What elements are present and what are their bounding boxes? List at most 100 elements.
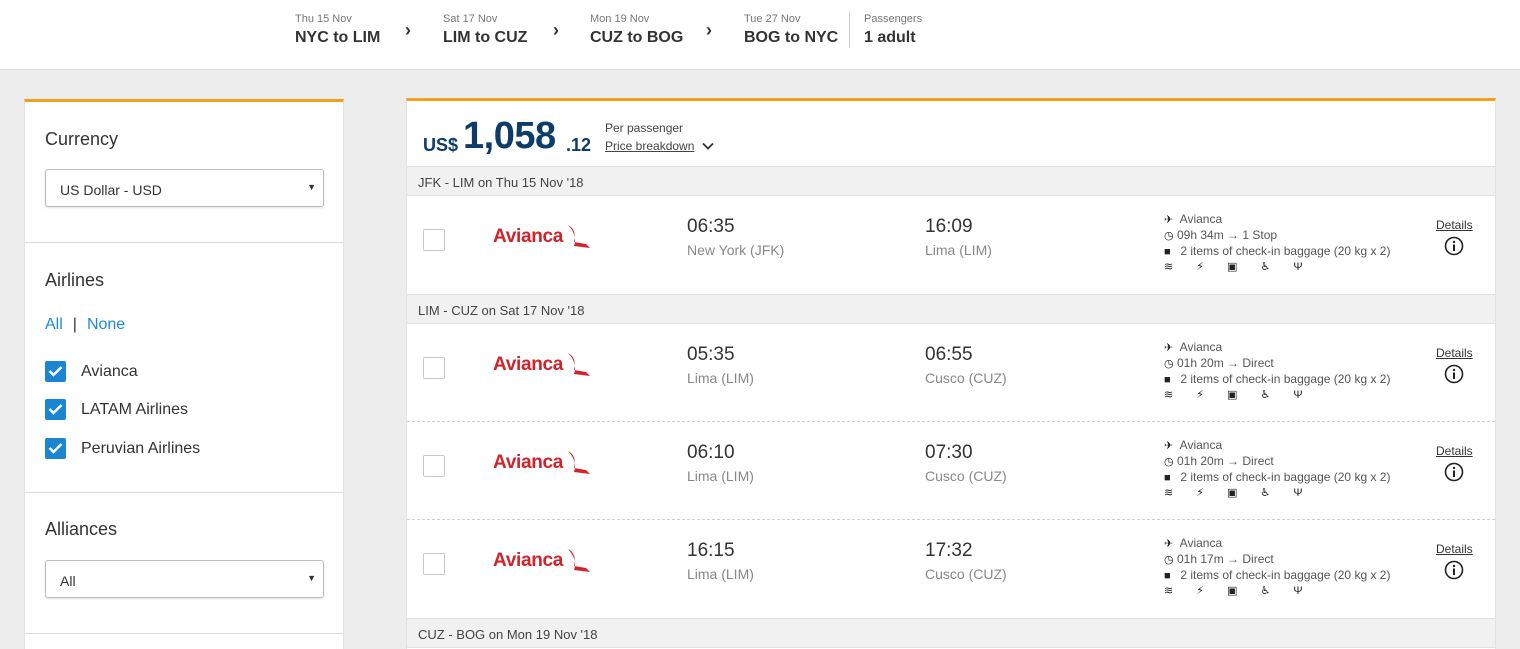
per-passenger-label: Per passenger xyxy=(605,121,684,135)
duration-info: ◷ 09h 34m → 1 Stop xyxy=(1164,228,1277,242)
avianca-logo: Avianca xyxy=(493,350,593,380)
currency-filter: Currency US Dollar - USD ▼ xyxy=(25,102,343,243)
segment-header-label: JFK - LIM on Thu 15 Nov '18 xyxy=(418,175,584,190)
leg-route: BOG to NYC xyxy=(744,29,839,46)
trip-leg-1[interactable]: Thu 15 Nov NYC to LIM xyxy=(295,13,380,47)
segment-header: CUZ - BOG on Mon 19 Nov '18 xyxy=(407,618,1495,648)
flight-select-checkbox[interactable] xyxy=(423,357,445,379)
clock-icon: ◷ xyxy=(1164,230,1174,242)
duration-info: ◷ 01h 20m → Direct xyxy=(1164,454,1274,468)
amenities-icons: ≋ ⚡ ▣ ♿ Ψ xyxy=(1164,389,1313,401)
price-cents: .12 xyxy=(566,135,592,155)
select-none-airlines-link[interactable]: None xyxy=(87,316,125,333)
flight-select-checkbox[interactable] xyxy=(423,229,445,251)
alliances-select[interactable]: All ▼ xyxy=(45,560,324,598)
info-icon[interactable] xyxy=(1444,560,1464,580)
airline-logo-text: Avianca xyxy=(493,354,564,375)
divider xyxy=(849,12,850,48)
alliances-selected-value: All xyxy=(60,573,76,589)
duration-stops: 01h 20m → Direct xyxy=(1177,454,1274,468)
select-all-airlines-link[interactable]: All xyxy=(45,316,63,333)
airline-label: LATAM Airlines xyxy=(81,401,188,418)
flight-details-link[interactable]: Details xyxy=(1436,218,1473,232)
plane-icon: ✈ xyxy=(1164,440,1174,452)
departure-airport: New York (JFK) xyxy=(687,242,785,258)
flight-results-panel: US$ 1,058 .12 Per passenger Price breakd… xyxy=(406,98,1496,649)
duration-stops: 01h 17m → Direct xyxy=(1177,552,1274,566)
bag-icon: ■ xyxy=(1164,374,1171,386)
segment-header-label: LIM - CUZ on Sat 17 Nov '18 xyxy=(418,303,585,318)
airline-logo-text: Avianca xyxy=(493,452,564,473)
baggage-allowance: 2 items of check-in baggage (20 kg x 2) xyxy=(1180,244,1391,258)
airlines-all-none: All | None xyxy=(45,316,125,334)
passengers-summary[interactable]: Passengers 1 adult xyxy=(864,13,922,47)
currency-select[interactable]: US Dollar - USD ▼ xyxy=(45,169,324,207)
baggage-info: ■ 2 items of check-in baggage (20 kg x 2… xyxy=(1164,372,1390,386)
flight-option-row[interactable]: Avianca 16:15 Lima (LIM) 17:32 Cusco (CU… xyxy=(407,520,1495,618)
plane-icon: ✈ xyxy=(1164,342,1174,354)
airline-label: Avianca xyxy=(81,363,138,380)
flight-details-link[interactable]: Details xyxy=(1436,444,1473,458)
trip-leg-2[interactable]: Sat 17 Nov LIM to CUZ xyxy=(443,13,527,47)
leg-route: NYC to LIM xyxy=(295,29,381,46)
airline-label: Peruvian Airlines xyxy=(81,440,201,457)
avianca-logo: Avianca xyxy=(493,448,593,478)
flight-select-checkbox[interactable] xyxy=(423,553,445,575)
operator-info: ✈ Avianca xyxy=(1164,438,1222,452)
passengers-label: Passengers xyxy=(864,13,923,25)
currency-title: Currency xyxy=(45,129,119,149)
price-currency: US$ xyxy=(423,135,459,155)
avianca-logo: Avianca xyxy=(493,222,593,252)
leg-date: Tue 27 Nov xyxy=(744,13,801,25)
amenities-icons: ≋ ⚡ ▣ ♿ Ψ xyxy=(1164,487,1313,499)
price-breakdown-label: Price breakdown xyxy=(605,139,695,153)
flight-details-link[interactable]: Details xyxy=(1436,346,1473,360)
info-icon[interactable] xyxy=(1444,236,1464,256)
operator-name: Avianca xyxy=(1179,340,1223,354)
separator: | xyxy=(72,316,77,333)
chevron-right-icon: › xyxy=(405,20,411,40)
arrival-time: 06:55 xyxy=(925,344,973,365)
airline-logo-text: Avianca xyxy=(493,226,564,247)
trip-leg-3[interactable]: Mon 19 Nov CUZ to BOG xyxy=(590,13,683,47)
trip-leg-4[interactable]: Tue 27 Nov BOG to NYC xyxy=(744,13,838,47)
leg-route: CUZ to BOG xyxy=(590,29,684,46)
info-icon[interactable] xyxy=(1444,462,1464,482)
passengers-value: 1 adult xyxy=(864,29,916,46)
flight-option-row[interactable]: Avianca 05:35 Lima (LIM) 06:55 Cusco (CU… xyxy=(407,324,1495,422)
baggage-allowance: 2 items of check-in baggage (20 kg x 2) xyxy=(1180,372,1391,386)
caret-down-icon: ▼ xyxy=(307,573,316,583)
trip-summary-bar: Thu 15 Nov NYC to LIM › Sat 17 Nov LIM t… xyxy=(0,0,1520,70)
departure-time: 06:10 xyxy=(687,442,735,463)
arrival-airport: Lima (LIM) xyxy=(925,242,992,258)
duration-info: ◷ 01h 17m → Direct xyxy=(1164,552,1274,566)
flight-option-row[interactable]: Avianca 06:35 New York (JFK) 16:09 Lima … xyxy=(407,196,1495,294)
baggage-allowance: 2 items of check-in baggage (20 kg x 2) xyxy=(1180,470,1391,484)
operator-info: ✈ Avianca xyxy=(1164,340,1222,354)
chevron-down-icon xyxy=(702,139,715,153)
flight-select-checkbox[interactable] xyxy=(423,455,445,477)
operator-name: Avianca xyxy=(1179,438,1223,452)
arrival-time: 07:30 xyxy=(925,442,973,463)
filters-sidebar: Currency US Dollar - USD ▼ Airlines All |… xyxy=(24,99,344,649)
info-icon[interactable] xyxy=(1444,364,1464,384)
baggage-info: ■ 2 items of check-in baggage (20 kg x 2… xyxy=(1164,244,1390,258)
duration-info: ◷ 01h 20m → Direct xyxy=(1164,356,1274,370)
flight-details-link[interactable]: Details xyxy=(1436,542,1473,556)
flight-option-row[interactable]: Avianca 06:10 Lima (LIM) 07:30 Cusco (CU… xyxy=(407,422,1495,520)
arrival-time: 16:09 xyxy=(925,216,973,237)
currency-selected-value: US Dollar - USD xyxy=(60,182,162,198)
operator-name: Avianca xyxy=(1179,536,1223,550)
airline-logo-text: Avianca xyxy=(493,550,564,571)
departure-airport: Lima (LIM) xyxy=(687,370,754,386)
leg-date: Mon 19 Nov xyxy=(590,13,650,25)
price-breakdown-toggle[interactable]: Price breakdown xyxy=(605,139,715,153)
clock-icon: ◷ xyxy=(1164,456,1174,468)
leg-date: Sat 17 Nov xyxy=(443,13,498,25)
checkbox-checked-icon xyxy=(45,361,66,382)
operator-info: ✈ Avianca xyxy=(1164,536,1222,550)
plane-icon: ✈ xyxy=(1164,538,1174,550)
arrival-time: 17:32 xyxy=(925,540,973,561)
departure-time: 16:15 xyxy=(687,540,735,561)
price-amount: 1,058 xyxy=(463,115,556,157)
